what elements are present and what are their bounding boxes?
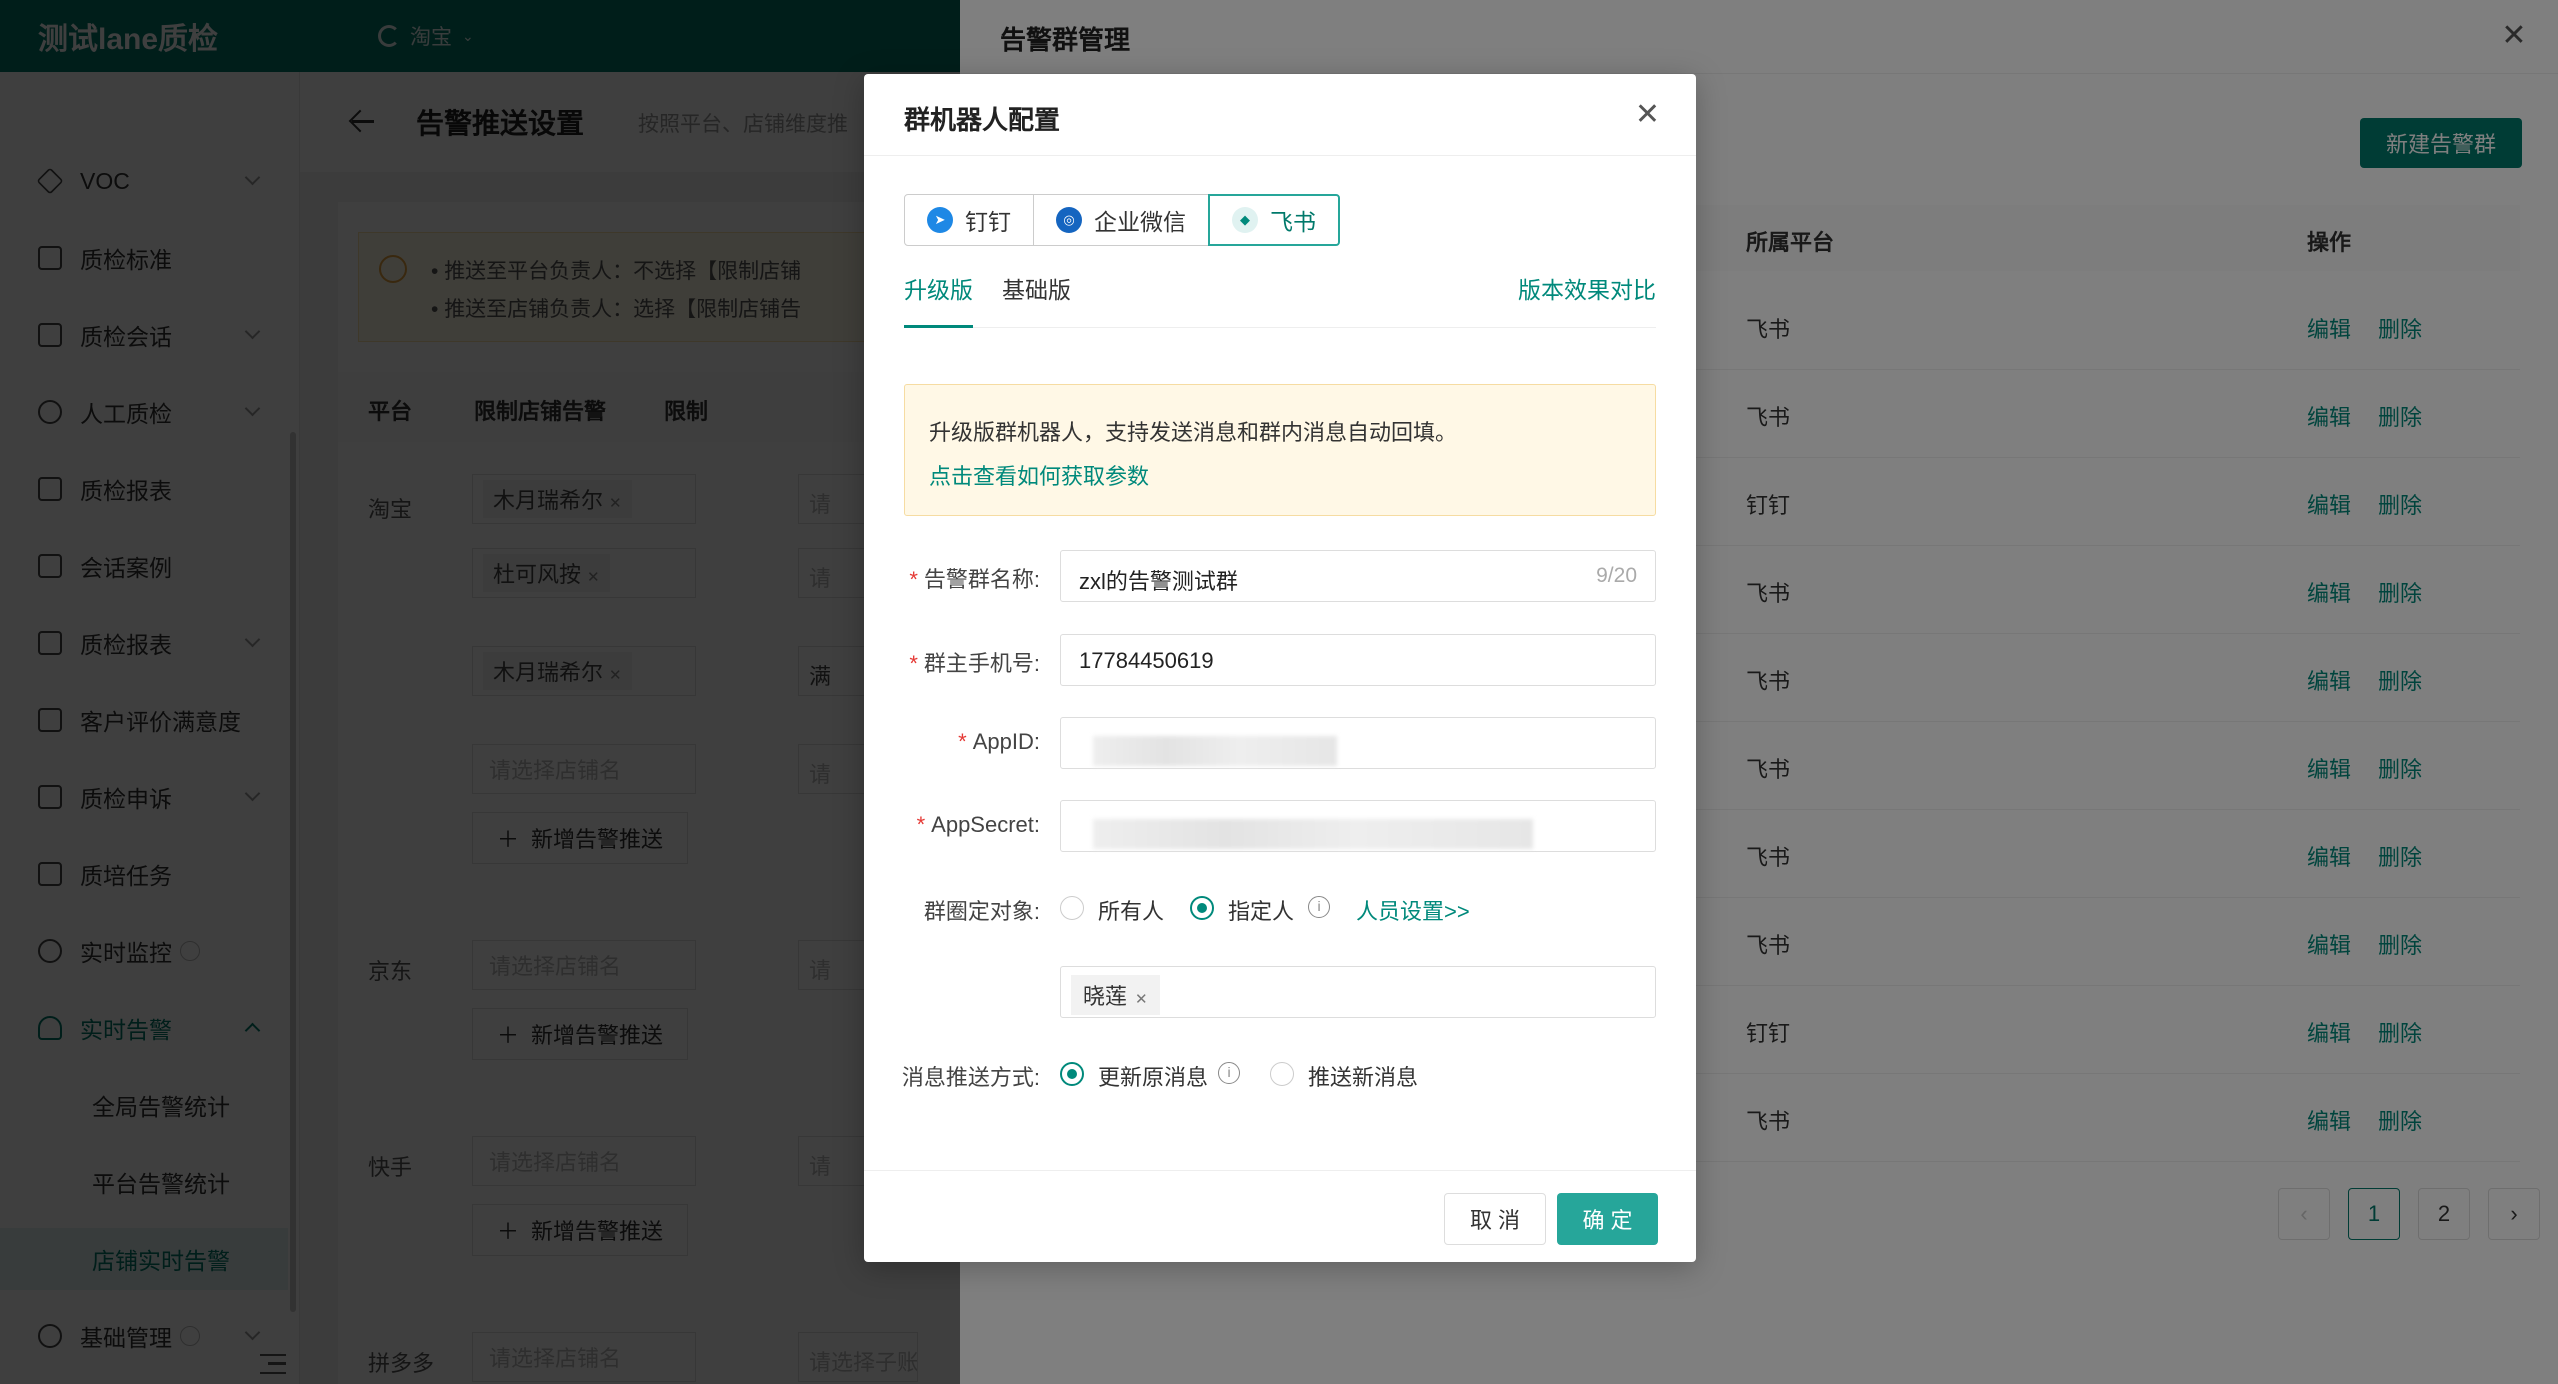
person-tag: 晓莲 ✕: [1071, 975, 1160, 1015]
radio-specified[interactable]: [1190, 896, 1214, 920]
push-mode-row: 消息推送方式: 更新原消息 i 推送新消息: [864, 1048, 1696, 1100]
radio-label: 指定人: [1228, 899, 1295, 924]
app-id-input[interactable]: [1060, 717, 1656, 769]
version-compare-link[interactable]: 版本效果对比: [1518, 270, 1656, 310]
bot-type-wecom[interactable]: ◎ 企业微信: [1033, 194, 1209, 246]
group-name-row: * 告警群名称: zxl的告警测试群 9/20: [864, 550, 1696, 602]
tip-box: 升级版群机器人，支持发送消息和群内消息自动回填。 点击查看如何获取参数: [904, 384, 1656, 516]
modal-title: 群机器人配置: [904, 105, 1061, 135]
dingtalk-icon: ➤: [927, 207, 953, 233]
bot-type-dingtalk[interactable]: ➤ 钉钉: [904, 194, 1034, 246]
selected-people-row: 晓莲 ✕: [864, 966, 1696, 1018]
redacted-value: [1093, 736, 1337, 766]
field-label: 群圈定对象:: [923, 899, 1040, 924]
tip-text: 升级版群机器人，支持发送消息和群内消息自动回填。: [929, 420, 1458, 445]
radio-push-new[interactable]: [1270, 1062, 1294, 1086]
field-label: * 告警群名称:: [909, 567, 1040, 592]
radio-label: 推送新消息: [1308, 1065, 1419, 1090]
field-label: * 群主手机号:: [909, 651, 1040, 676]
info-icon[interactable]: i: [1308, 896, 1330, 918]
tab-upgraded[interactable]: 升级版: [904, 270, 973, 328]
version-tabs: 升级版 基础版 版本效果对比: [904, 270, 1656, 328]
owner-phone-row: * 群主手机号: 17784450619: [864, 634, 1696, 686]
target-row: 群圈定对象: 所有人 指定人 i 人员设置>>: [864, 882, 1696, 934]
tip-link[interactable]: 点击查看如何获取参数: [929, 459, 1149, 491]
redacted-value: [1093, 819, 1533, 849]
modal-footer: 取 消 确 定: [864, 1170, 1696, 1262]
radio-update-original[interactable]: [1060, 1062, 1084, 1086]
radio-all[interactable]: [1060, 896, 1084, 920]
confirm-button[interactable]: 确 定: [1557, 1193, 1658, 1245]
bot-type-feishu[interactable]: ◆ 飞书: [1208, 194, 1340, 246]
close-icon[interactable]: ✕: [1635, 100, 1660, 130]
group-name-input[interactable]: zxl的告警测试群 9/20: [1060, 550, 1656, 602]
radio-label: 更新原消息: [1098, 1065, 1209, 1090]
tab-basic[interactable]: 基础版: [1002, 270, 1071, 328]
app-id-row: * AppID:: [864, 717, 1696, 769]
feishu-icon: ◆: [1232, 207, 1258, 233]
radio-label: 所有人: [1098, 899, 1165, 924]
field-label: * AppID:: [958, 729, 1040, 754]
owner-phone-input[interactable]: 17784450619: [1060, 634, 1656, 686]
modal-header: 群机器人配置 ✕: [864, 74, 1696, 156]
info-icon[interactable]: i: [1218, 1062, 1240, 1084]
close-icon[interactable]: ✕: [1135, 991, 1148, 1008]
field-label: 消息推送方式:: [901, 1065, 1040, 1090]
app-secret-input[interactable]: [1060, 800, 1656, 852]
member-settings-link[interactable]: 人员设置>>: [1356, 894, 1470, 926]
wecom-icon: ◎: [1056, 207, 1082, 233]
bot-type-selector: ➤ 钉钉 ◎ 企业微信 ◆ 飞书: [904, 194, 1340, 246]
char-counter: 9/20: [1596, 564, 1637, 587]
robot-config-modal: 群机器人配置 ✕ ➤ 钉钉 ◎ 企业微信 ◆ 飞书 升级版 基础版 版本效果对比…: [864, 74, 1696, 1262]
app-secret-row: * AppSecret:: [864, 800, 1696, 852]
cancel-button[interactable]: 取 消: [1444, 1193, 1546, 1245]
field-label: * AppSecret:: [916, 812, 1040, 837]
selected-people-input[interactable]: 晓莲 ✕: [1060, 966, 1656, 1018]
